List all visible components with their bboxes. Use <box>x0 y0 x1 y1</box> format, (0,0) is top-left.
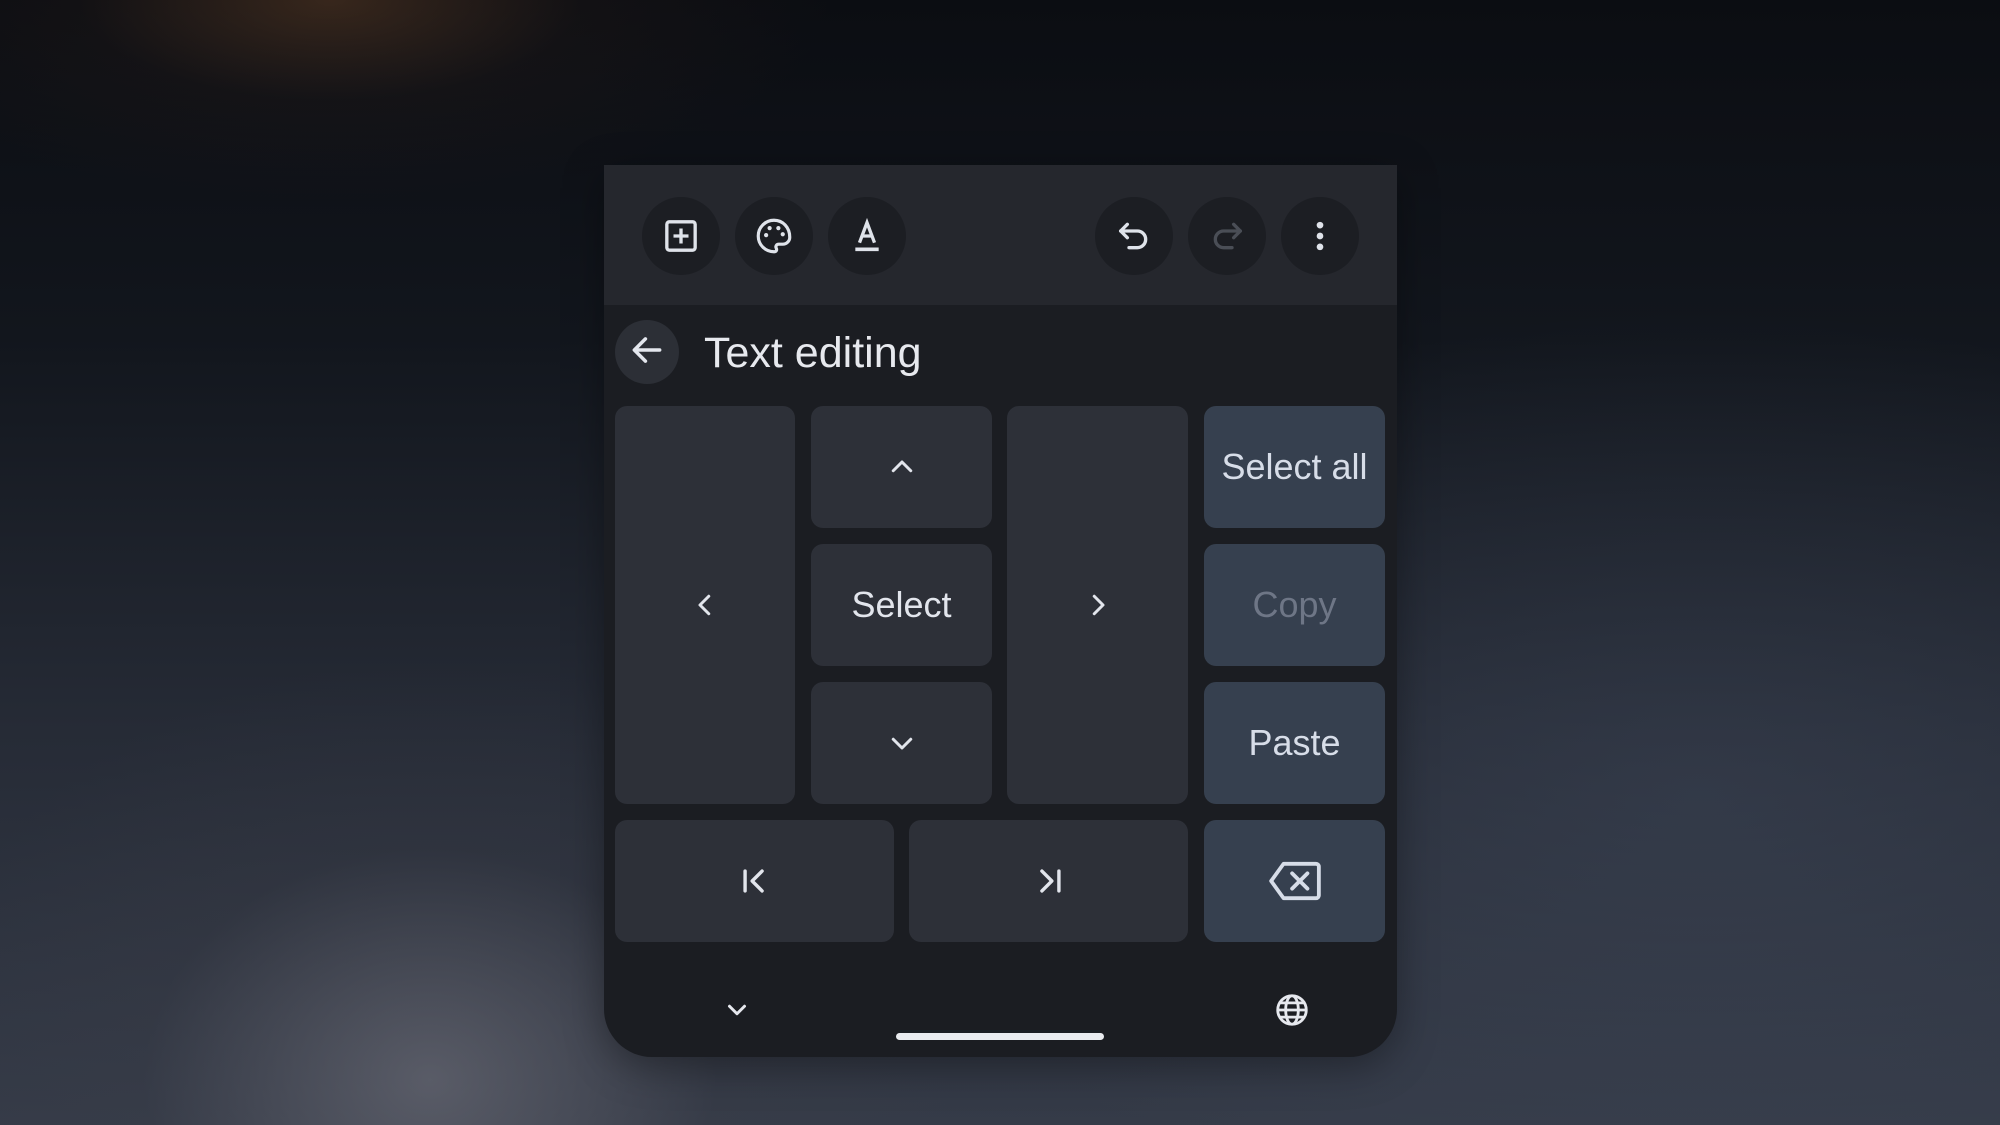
chevron-down-icon <box>887 728 917 758</box>
globe-icon <box>1273 991 1311 1034</box>
home-indicator[interactable] <box>896 1033 1104 1040</box>
chevron-left-icon <box>690 590 720 620</box>
line-start-key[interactable] <box>615 820 894 942</box>
backspace-icon <box>1268 860 1322 902</box>
line-end-icon <box>1032 864 1066 898</box>
add-box-icon <box>661 216 701 256</box>
undo-icon <box>1114 216 1154 256</box>
chevron-down-icon <box>722 995 752 1030</box>
select-key[interactable]: Select <box>811 544 992 666</box>
paste-key[interactable]: Paste <box>1204 682 1385 804</box>
line-start-icon <box>738 864 772 898</box>
redo-button[interactable] <box>1188 197 1266 275</box>
select-all-key[interactable]: Select all <box>1204 406 1385 528</box>
text-format-icon <box>847 216 887 256</box>
hide-keyboard-button[interactable] <box>707 982 767 1042</box>
backspace-key[interactable] <box>1204 820 1385 942</box>
arrow-back-icon <box>628 331 666 374</box>
line-end-key[interactable] <box>909 820 1188 942</box>
cursor-left-key[interactable] <box>615 406 795 804</box>
add-box-button[interactable] <box>642 197 720 275</box>
text-format-button[interactable] <box>828 197 906 275</box>
keyboard-panel: Text editing Select Select all Copy Past… <box>604 165 1397 1057</box>
redo-icon <box>1207 216 1247 256</box>
more-options-button[interactable] <box>1281 197 1359 275</box>
theme-button[interactable] <box>735 197 813 275</box>
back-button[interactable] <box>615 320 679 384</box>
keyboard-toolbar <box>604 165 1397 305</box>
undo-button[interactable] <box>1095 197 1173 275</box>
cursor-up-key[interactable] <box>811 406 992 528</box>
copy-key[interactable]: Copy <box>1204 544 1385 666</box>
chevron-right-icon <box>1083 590 1113 620</box>
cursor-down-key[interactable] <box>811 682 992 804</box>
more-vert-icon <box>1300 216 1340 256</box>
copy-label: Copy <box>1252 584 1337 625</box>
chevron-up-icon <box>887 452 917 482</box>
paste-label: Paste <box>1248 722 1341 763</box>
language-switch-button[interactable] <box>1262 982 1322 1042</box>
page-title: Text editing <box>704 329 922 377</box>
palette-icon <box>753 215 795 257</box>
select-label: Select <box>851 584 952 625</box>
cursor-right-key[interactable] <box>1007 406 1188 804</box>
select-all-label: Select all <box>1221 446 1368 487</box>
